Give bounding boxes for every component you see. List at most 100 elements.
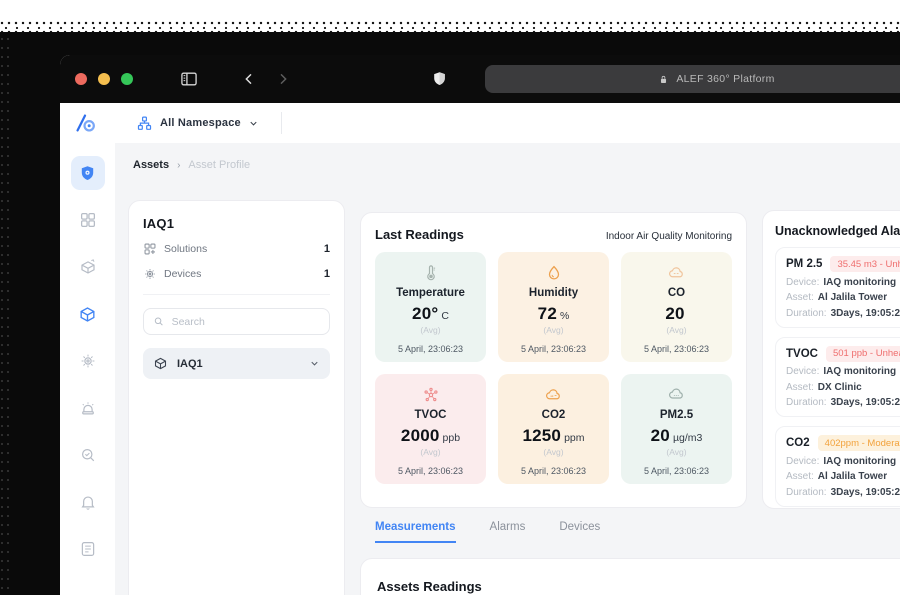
- detail-tabs: Measurements Alarms Devices: [375, 521, 600, 543]
- tab-alarms[interactable]: Alarms: [490, 521, 526, 543]
- devices-chip-icon: [145, 269, 155, 279]
- reading-value: 20°: [412, 304, 439, 323]
- browser-window: ALEF 360° Platform All Namespace Assets …: [60, 55, 900, 595]
- solutions-count: 1: [323, 243, 330, 255]
- reading-value: 1250: [522, 426, 562, 445]
- back-icon[interactable]: [241, 71, 257, 87]
- reading-unit: C: [441, 310, 449, 322]
- device-value: IAQ monitoring: [823, 366, 897, 377]
- dashboard-icon: [80, 212, 95, 228]
- asset-value: Al Jalila Tower: [817, 292, 888, 303]
- reading-avg: (Avg): [543, 447, 564, 457]
- last-readings-subtitle: Indoor Air Quality Monitoring: [605, 231, 732, 242]
- reading-value: 20: [665, 304, 685, 323]
- reading-card-pm25: PM2.5 20 µg/m3 (Avg) 5 April, 23:06:23: [621, 374, 732, 484]
- chevron-down-icon: [250, 121, 257, 126]
- close-window-button[interactable]: [75, 73, 87, 85]
- sidebar-item-audit[interactable]: [71, 438, 105, 472]
- reading-unit: µg/m3: [672, 432, 703, 444]
- pm25-cloud-icon: [669, 388, 683, 399]
- asset-search: [143, 308, 330, 335]
- namespace-label: All Namespace: [160, 117, 241, 129]
- duration-value: 3Days, 19:05:20: [830, 397, 900, 408]
- minimize-window-button[interactable]: [98, 73, 110, 85]
- bell-icon: [80, 496, 95, 510]
- reading-card-tvoc: TVOC 2000 ppb (Avg) 5 April, 23:06:23: [375, 374, 486, 484]
- reading-avg: (Avg): [420, 325, 441, 335]
- sidebar-item-notifications[interactable]: [71, 485, 105, 519]
- forward-icon[interactable]: [275, 71, 291, 87]
- selected-asset-label: IAQ1: [177, 357, 203, 370]
- sidebar-item-security[interactable]: [70, 156, 105, 190]
- zoom-window-button[interactable]: [121, 73, 133, 85]
- alarms-title: Unacknowledged Alarms: [775, 224, 900, 238]
- alarm-severity-badge: 35.45 m3 - Unhealthy: [830, 256, 900, 272]
- last-readings-title: Last Readings: [375, 227, 464, 242]
- reading-value: 20: [650, 426, 670, 445]
- asset-cube-icon: [154, 357, 167, 370]
- devices-count: 1: [323, 268, 330, 280]
- header-divider: [280, 112, 282, 134]
- reading-unit: %: [559, 310, 570, 322]
- chip-icon: [81, 354, 94, 368]
- backdrop-noise-left: [0, 36, 11, 592]
- duration-label: Duration:: [786, 486, 827, 498]
- device-label: Device:: [786, 455, 820, 467]
- reading-timestamp: 5 April, 23:06:23: [397, 344, 464, 354]
- reading-name: TVOC: [414, 409, 447, 421]
- last-readings-panel: Last Readings Indoor Air Quality Monitor…: [360, 212, 747, 508]
- icon-sidebar: [60, 143, 115, 595]
- alarm-item-pm25[interactable]: PM 2.5 35.45 m3 - Unhealthy Device:IAQ m…: [775, 247, 900, 328]
- siren-icon: [81, 402, 94, 415]
- reading-value: 72: [537, 304, 557, 323]
- reading-value: 2000: [400, 426, 440, 445]
- asset-value: Al Jalila Tower: [817, 471, 888, 482]
- alarm-name: TVOC: [786, 347, 818, 360]
- reading-card-humidity: Humidity 72% (Avg) 5 April, 23:06:23: [498, 252, 609, 362]
- privacy-shield-icon[interactable]: [431, 69, 448, 89]
- unacknowledged-alarms-panel: Unacknowledged Alarms PM 2.5 35.45 m3 - …: [762, 210, 900, 509]
- sidebar-item-alarms[interactable]: [71, 391, 105, 425]
- search-input[interactable]: [171, 315, 320, 328]
- reading-name: CO2: [541, 409, 566, 421]
- asset-value: DX Clinic: [817, 381, 862, 393]
- readings-grid: Temperature 20° C (Avg) 5 April, 23:06:23…: [375, 252, 732, 484]
- box-arrow-icon: [80, 259, 95, 274]
- page-content: Assets › Asset Profile IAQ1 Solutions 1 …: [60, 143, 900, 595]
- tab-measurements[interactable]: Measurements: [375, 521, 456, 543]
- screenshot-stage: ALEF 360° Platform All Namespace Assets …: [0, 0, 900, 595]
- breadcrumb-assets[interactable]: Assets: [133, 159, 169, 171]
- reading-avg: (Avg): [420, 447, 441, 457]
- alarm-item-co2[interactable]: CO2 402ppm - Moderate Device: IAQ monitor…: [775, 426, 900, 507]
- reading-unit: ppm: [564, 432, 585, 444]
- molecule-icon: [423, 387, 438, 402]
- panel-divider: [143, 294, 330, 295]
- reading-name: Humidity: [528, 287, 579, 299]
- duration-label: Duration:: [786, 307, 827, 319]
- devices-row: Devices 1: [143, 267, 330, 281]
- asset-label: Asset:: [786, 381, 814, 393]
- address-text: ALEF 360° Platform: [676, 73, 775, 85]
- cube-icon: [80, 306, 95, 322]
- breadcrumb-asset-profile: Asset Profile: [188, 159, 251, 171]
- tab-devices[interactable]: Devices: [559, 521, 600, 543]
- sidebar-item-solutions[interactable]: [71, 250, 105, 284]
- sidebar-item-reports[interactable]: [71, 532, 105, 566]
- solutions-label: Solutions: [164, 243, 208, 255]
- reading-name: PM2.5: [659, 409, 694, 421]
- reading-avg: (Avg): [666, 447, 687, 457]
- solutions-row: Solutions 1: [143, 242, 330, 256]
- droplet-icon: [548, 265, 559, 280]
- alarm-item-tvoc[interactable]: TVOC 501 ppb - Unhealthy Device:IAQ moni…: [775, 336, 900, 417]
- address-bar[interactable]: ALEF 360° Platform: [485, 65, 900, 93]
- app-logo-icon[interactable]: [72, 111, 98, 135]
- alarm-name: CO2: [786, 437, 810, 449]
- sidebar-item-devices[interactable]: [71, 344, 105, 378]
- last-readings-header: Last Readings Indoor Air Quality Monitor…: [375, 227, 732, 242]
- sidebar-item-dashboard[interactable]: [71, 203, 105, 237]
- sidebar-item-assets[interactable]: [71, 297, 105, 331]
- selected-asset-item[interactable]: IAQ1: [143, 348, 330, 379]
- namespace-selector[interactable]: All Namespace: [136, 115, 259, 132]
- thermometer-icon: [426, 265, 435, 281]
- sidebar-toggle-icon[interactable]: [179, 69, 199, 89]
